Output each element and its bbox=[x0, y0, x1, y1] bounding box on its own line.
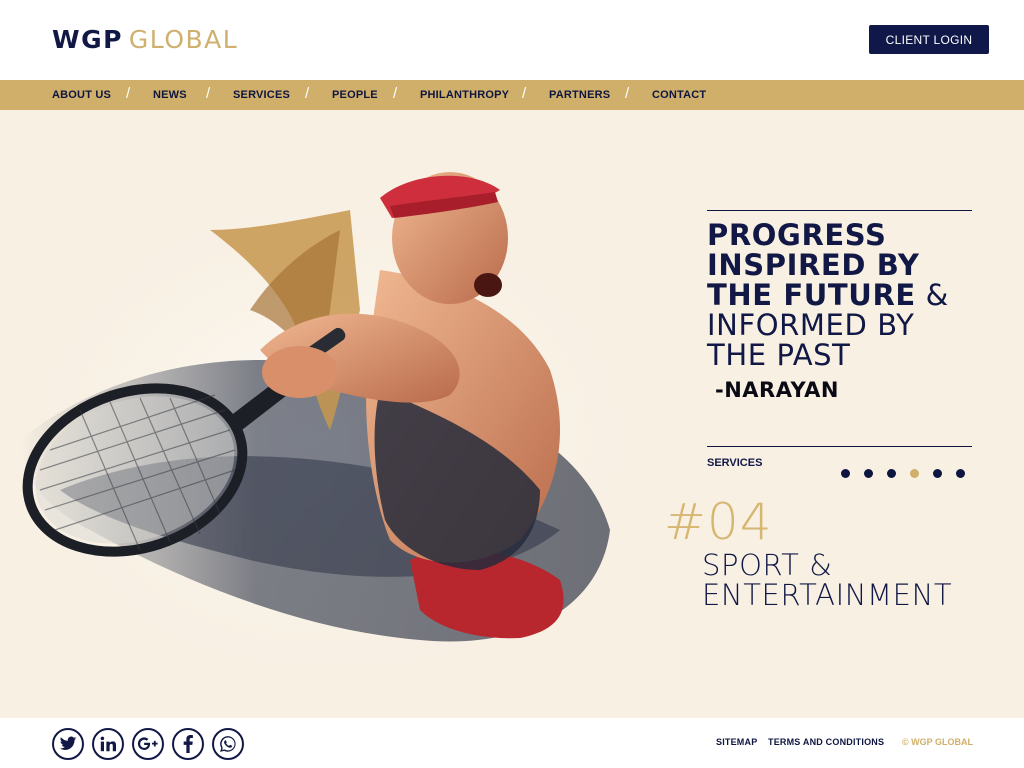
logo-primary: WGP bbox=[52, 25, 123, 54]
tennis-player-illustration bbox=[0, 172, 660, 700]
nav-item-people[interactable]: PEOPLE bbox=[332, 80, 378, 110]
slider-dot-2[interactable] bbox=[864, 469, 873, 478]
quote-line: PROGRESS bbox=[707, 218, 887, 252]
slide-title: SPORT & ENTERTAINMENT bbox=[702, 550, 952, 610]
nav-separator: / bbox=[126, 85, 131, 102]
twitter-icon[interactable] bbox=[52, 728, 84, 760]
site-header: WGP GLOBAL CLIENT LOGIN bbox=[0, 0, 1024, 80]
copyright: © WGP GLOBAL bbox=[902, 737, 973, 747]
nav-item-news[interactable]: NEWS bbox=[153, 80, 187, 110]
footer-link-sitemap[interactable]: SITEMAP bbox=[716, 737, 757, 747]
nav-separator: / bbox=[625, 85, 630, 102]
client-login-button[interactable]: CLIENT LOGIN bbox=[869, 25, 989, 54]
slider-rule bbox=[707, 446, 972, 447]
slider-dot-3[interactable] bbox=[887, 469, 896, 478]
quote-line: INSPIRED BY bbox=[707, 248, 920, 282]
nav-item-contact[interactable]: CONTACT bbox=[652, 80, 706, 110]
nav-separator: / bbox=[305, 85, 310, 102]
slider-dot-1[interactable] bbox=[841, 469, 850, 478]
main-nav: ABOUT US / NEWS / SERVICES / PEOPLE / PH… bbox=[0, 80, 1024, 110]
site-footer: SITEMAP TERMS AND CONDITIONS © WGP GLOBA… bbox=[0, 718, 1024, 768]
quote-author: -NARAYAN bbox=[715, 378, 839, 402]
nav-item-about-us[interactable]: ABOUT US bbox=[52, 80, 111, 110]
slide-number: #04 bbox=[664, 493, 773, 551]
slide-title-line: SPORT & bbox=[702, 548, 833, 582]
quote-top-rule bbox=[707, 210, 972, 211]
footer-link-terms[interactable]: TERMS AND CONDITIONS bbox=[768, 737, 884, 747]
slider-section-label[interactable]: SERVICES bbox=[707, 457, 762, 469]
quote-ampersand: & bbox=[915, 278, 949, 312]
slider-dot-5[interactable] bbox=[933, 469, 942, 478]
hero-quote: PROGRESS INSPIRED BY THE FUTURE & INFORM… bbox=[707, 220, 977, 370]
quote-line: THE PAST bbox=[707, 338, 851, 372]
nav-separator: / bbox=[206, 85, 211, 102]
logo-secondary: GLOBAL bbox=[128, 25, 239, 54]
quote-line: INFORMED BY bbox=[707, 308, 915, 342]
quote-line: THE FUTURE bbox=[707, 278, 916, 312]
nav-item-services[interactable]: SERVICES bbox=[233, 80, 290, 110]
nav-item-philanthropy[interactable]: PHILANTHROPY bbox=[420, 80, 509, 110]
slide-title-line: ENTERTAINMENT bbox=[702, 578, 953, 612]
nav-separator: / bbox=[393, 85, 398, 102]
hero-slider: PROGRESS INSPIRED BY THE FUTURE & INFORM… bbox=[0, 110, 1024, 718]
nav-item-partners[interactable]: PARTNERS bbox=[549, 80, 610, 110]
whatsapp-icon[interactable] bbox=[212, 728, 244, 760]
nav-separator: / bbox=[522, 85, 527, 102]
facebook-icon[interactable] bbox=[172, 728, 204, 760]
linkedin-icon[interactable] bbox=[92, 728, 124, 760]
slider-dot-6[interactable] bbox=[956, 469, 965, 478]
logo[interactable]: WGP GLOBAL bbox=[52, 26, 238, 54]
slider-dot-4[interactable] bbox=[910, 469, 919, 478]
google-plus-icon[interactable] bbox=[132, 728, 164, 760]
